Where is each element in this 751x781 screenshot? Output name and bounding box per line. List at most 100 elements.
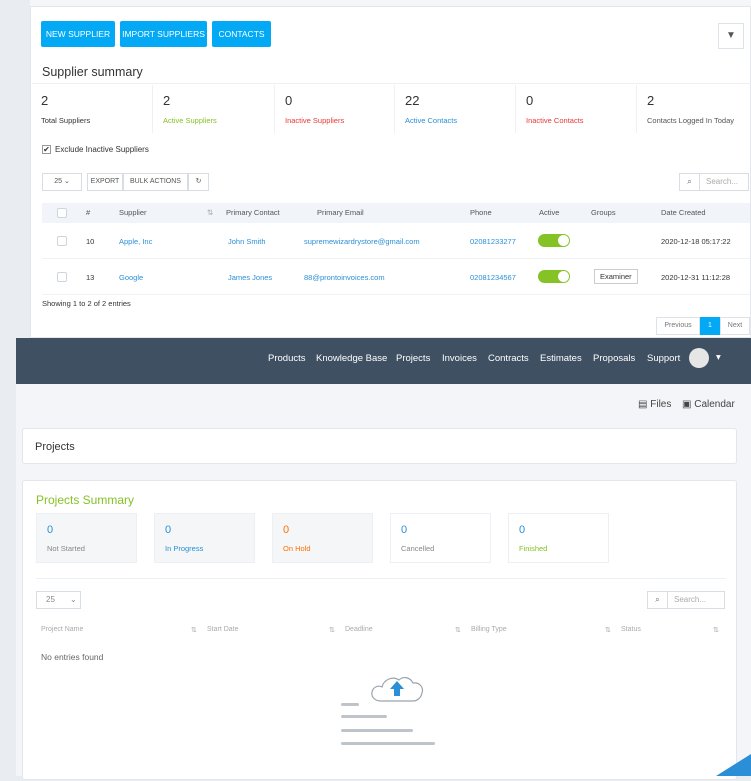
page-size-select[interactable]: 25 ⌄ xyxy=(42,173,82,191)
suppliers-table-header: # Supplier ⇅ Primary Contact Primary Ema… xyxy=(42,203,750,223)
nav-invoices[interactable]: Invoices xyxy=(442,353,477,364)
col-supplier[interactable]: Supplier xyxy=(119,208,147,217)
col-date-created[interactable]: Date Created xyxy=(661,208,706,217)
page-title: Projects xyxy=(35,441,75,453)
table-info: Showing 1 to 2 of 2 entries xyxy=(42,299,131,308)
group-tag: Examiner xyxy=(594,269,638,284)
supplier-summary-title: Supplier summary xyxy=(42,65,143,79)
suppliers-panel: NEW SUPPLIER IMPORT SUPPLIERS CONTACTS ▼… xyxy=(30,6,751,338)
search-placeholder: Search... xyxy=(706,177,739,186)
chevron-down-icon[interactable]: ▾ xyxy=(716,352,721,363)
checkbox-label: Exclude Inactive Suppliers xyxy=(55,145,149,154)
col-phone[interactable]: Phone xyxy=(470,208,492,217)
supplier-search-input[interactable]: ⌕ Search... xyxy=(679,173,749,191)
stat-active-suppliers: 2 Active Suppliers xyxy=(153,85,275,133)
stat-inactive-contacts: 0 Inactive Contacts xyxy=(516,85,637,133)
stat-contacts-logged-in: 2 Contacts Logged In Today xyxy=(637,85,751,133)
col-status[interactable]: Status xyxy=(621,626,641,633)
phone-link[interactable]: 02081233277 xyxy=(470,237,516,246)
corner-decoration xyxy=(716,754,751,776)
stat-inactive-suppliers: 0 Inactive Suppliers xyxy=(275,85,395,133)
placeholder-line xyxy=(341,742,435,745)
col-start-date[interactable]: Start Date xyxy=(207,626,239,633)
sort-icon: ⇅ xyxy=(329,627,335,634)
nav-support[interactable]: Support xyxy=(647,353,680,364)
contact-link[interactable]: James Jones xyxy=(228,273,272,282)
stat-value: 0 xyxy=(285,93,293,108)
search-icon: ⌕ xyxy=(680,174,700,190)
row-id: 13 xyxy=(86,273,95,282)
stat-total-suppliers: 2 Total Suppliers xyxy=(31,85,153,133)
sort-icon: ⇅ xyxy=(605,627,611,634)
nav-products[interactable]: Products xyxy=(268,353,306,364)
calendar-link[interactable]: ▣ Calendar xyxy=(682,399,735,410)
sort-icon: ⇅ xyxy=(713,627,719,634)
divider xyxy=(32,83,751,84)
sort-icon: ⇅ xyxy=(455,627,461,634)
placeholder-line xyxy=(341,729,413,732)
exclude-inactive-checkbox[interactable]: ✔ Exclude Inactive Suppliers xyxy=(42,145,149,155)
page-size-value: 25 xyxy=(54,178,62,185)
col-groups[interactable]: Groups xyxy=(591,208,616,217)
contacts-button[interactable]: CONTACTS xyxy=(212,21,271,47)
stat-value: 2 xyxy=(41,93,49,108)
stat-value: 0 xyxy=(526,93,534,108)
email-link[interactable]: 88@prontoinvoices.com xyxy=(304,273,385,282)
stat-label: Active Suppliers xyxy=(163,116,217,125)
email-link[interactable]: supremewizardrystore@gmail.com xyxy=(304,237,420,246)
nav-knowledge-base[interactable]: Knowledge Base xyxy=(316,353,387,364)
filter-button[interactable]: ▼ xyxy=(718,23,744,49)
filter-icon: ▼ xyxy=(726,30,736,41)
previous-page-button[interactable]: Previous xyxy=(656,317,700,335)
sort-icon: ⇅ xyxy=(191,627,197,634)
col-deadline[interactable]: Deadline xyxy=(345,626,373,633)
stat-active-contacts: 22 Active Contacts xyxy=(395,85,516,133)
file-icon: ▤ xyxy=(638,399,648,410)
placeholder-line xyxy=(341,715,387,718)
bulk-actions-button[interactable]: BULK ACTIONS xyxy=(123,173,188,191)
files-label: Files xyxy=(650,399,672,410)
nav-projects[interactable]: Projects xyxy=(396,353,430,364)
row-id: 10 xyxy=(86,237,95,246)
reload-icon: ↻ xyxy=(195,178,202,185)
nav-proposals[interactable]: Proposals xyxy=(593,353,635,364)
row-checkbox[interactable] xyxy=(57,236,67,246)
supplier-link[interactable]: Google xyxy=(119,273,143,282)
stat-label: Inactive Suppliers xyxy=(285,116,345,125)
select-all-checkbox[interactable] xyxy=(57,208,67,218)
avatar[interactable] xyxy=(689,348,709,368)
active-toggle[interactable] xyxy=(538,234,570,247)
stat-value: 2 xyxy=(163,93,171,108)
chevron-down-icon: ⌄ xyxy=(63,178,70,185)
placeholder-line xyxy=(341,703,359,706)
col-project-name[interactable]: Project Name xyxy=(41,626,83,633)
reload-button[interactable]: ↻ xyxy=(188,173,209,191)
files-link[interactable]: ▤ Files xyxy=(638,399,671,410)
nav-estimates[interactable]: Estimates xyxy=(540,353,582,364)
page-1-button[interactable]: 1 xyxy=(700,317,720,335)
nav-contracts[interactable]: Contracts xyxy=(488,353,529,364)
phone-link[interactable]: 02081234567 xyxy=(470,273,516,282)
col-billing-type[interactable]: Billing Type xyxy=(471,626,507,633)
col-active[interactable]: Active xyxy=(539,208,559,217)
import-suppliers-button[interactable]: IMPORT SUPPLIERS xyxy=(120,21,207,47)
stat-value: 22 xyxy=(405,93,420,108)
col-primary-email[interactable]: Primary Email xyxy=(317,208,364,217)
col-id[interactable]: # xyxy=(86,208,90,217)
client-area: ▤ Files ▣ Calendar Projects Projects Sum… xyxy=(16,384,751,780)
active-toggle[interactable] xyxy=(538,270,570,283)
empty-state-illustration xyxy=(341,677,435,745)
next-page-button[interactable]: Next xyxy=(720,317,750,335)
row-checkbox[interactable] xyxy=(57,272,67,282)
table-row: 10 Apple, Inc John Smith supremewizardry… xyxy=(42,223,750,259)
projects-panel: Projects Summary 0 Not Started 0 In Prog… xyxy=(22,480,737,780)
new-supplier-button[interactable]: NEW SUPPLIER xyxy=(41,21,115,47)
export-button[interactable]: EXPORT xyxy=(87,173,123,191)
stat-label: Contacts Logged In Today xyxy=(647,116,735,125)
col-primary-contact[interactable]: Primary Contact xyxy=(226,208,280,217)
empty-message: No entries found xyxy=(41,652,104,662)
stat-label: Active Contacts xyxy=(405,116,458,125)
contact-link[interactable]: John Smith xyxy=(228,237,266,246)
supplier-link[interactable]: Apple, Inc xyxy=(119,237,152,246)
calendar-label: Calendar xyxy=(694,399,735,410)
